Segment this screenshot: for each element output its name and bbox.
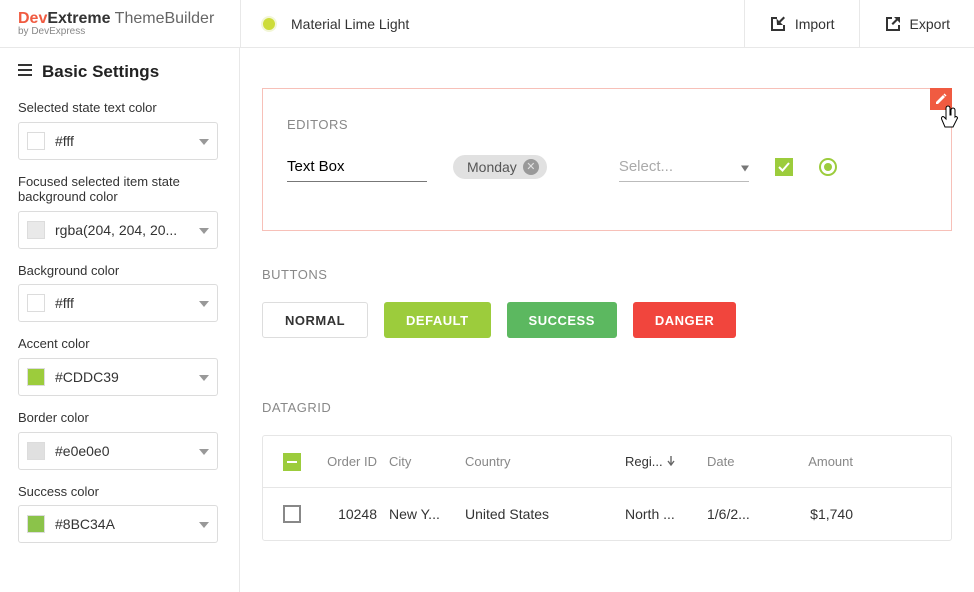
cell-region: North ... [625,506,707,522]
cell-order: 10248 [321,506,389,522]
col-order[interactable]: Order ID [321,454,389,469]
color-value: #CDDC39 [55,369,119,385]
field-label: Border color [18,410,221,426]
textbox-input[interactable] [287,152,427,182]
color-value: #fff [55,133,74,149]
color-value: #e0e0e0 [55,443,110,459]
checkbox-checked[interactable] [775,158,793,176]
danger-button[interactable]: DANGER [633,302,736,338]
color-input[interactable]: #CDDC39 [18,358,218,396]
export-label: Export [910,16,950,32]
import-label: Import [795,16,835,32]
table-row[interactable]: 10248 New Y... United States North ... 1… [263,488,951,540]
col-city[interactable]: City [389,454,465,469]
chevron-down-icon [199,132,209,150]
settings-sidebar: Basic Settings Selected state text color… [0,48,240,592]
chevron-down-icon [199,368,209,386]
select-all-checkbox[interactable] [283,453,301,471]
pencil-icon [935,93,947,105]
color-input[interactable]: rgba(204, 204, 20... [18,211,218,249]
app-header: DevExtreme ThemeBuilder by DevExpress Ma… [0,0,974,48]
cell-date: 1/6/2... [707,506,779,522]
chip-label: Monday [467,159,517,175]
brand-prefix: Dev [18,10,47,27]
theme-selector[interactable]: Material Lime Light [240,0,744,47]
preview-area: EDITORS Monday ✕ Select... BUTTONS NORMA… [240,48,974,592]
radio-selected[interactable] [819,158,837,176]
datagrid-title: DATAGRID [262,400,952,415]
datagrid-header: Order ID City Country Regi... Date Amoun… [263,436,951,488]
import-button[interactable]: Import [744,0,859,47]
color-input[interactable]: #fff [18,122,218,160]
field-label: Selected state text color [18,100,221,116]
cell-country: United States [465,506,625,522]
chevron-down-icon [199,221,209,239]
color-input[interactable]: #e0e0e0 [18,432,218,470]
field-label: Success color [18,484,221,500]
color-swatch [27,221,45,239]
color-swatch [27,368,45,386]
sort-desc-icon [667,454,675,469]
chevron-down-icon [199,515,209,533]
tag-chip[interactable]: Monday ✕ [453,155,547,179]
editors-group: EDITORS Monday ✕ Select... [262,88,952,231]
export-icon [884,15,902,33]
field-label: Focused selected item state background c… [18,174,221,205]
color-value: #fff [55,295,74,311]
sidebar-title: Basic Settings [42,62,159,82]
color-swatch [27,294,45,312]
col-country[interactable]: Country [465,454,625,469]
theme-name: Material Lime Light [291,16,409,32]
chevron-down-icon [199,294,209,312]
radio-dot [824,163,832,171]
chevron-down-icon [199,442,209,460]
datagrid: Order ID City Country Regi... Date Amoun… [262,435,952,541]
color-value: #8BC34A [55,516,115,532]
chip-remove-icon[interactable]: ✕ [523,159,539,175]
editors-title: EDITORS [287,117,927,132]
col-date[interactable]: Date [707,454,779,469]
color-input[interactable]: #8BC34A [18,505,218,543]
export-button[interactable]: Export [859,0,974,47]
check-icon [778,162,790,172]
select-input[interactable]: Select... [619,152,749,182]
brand-suffix: Extreme [47,10,110,27]
buttons-row: NORMAL DEFAULT SUCCESS DANGER [262,302,952,338]
col-amount[interactable]: Amount [779,454,869,469]
row-checkbox[interactable] [283,505,301,523]
menu-icon[interactable] [18,63,32,81]
cursor-hand-icon [939,105,959,134]
import-icon [769,15,787,33]
chevron-down-icon [741,158,749,175]
normal-button[interactable]: NORMAL [262,302,368,338]
cell-city: New Y... [389,506,465,522]
color-swatch [27,132,45,150]
success-button[interactable]: SUCCESS [507,302,617,338]
color-swatch [27,515,45,533]
theme-color-dot [261,16,277,32]
brand-product: ThemeBuilder [111,10,215,27]
cell-amount: $1,740 [779,506,869,522]
color-swatch [27,442,45,460]
select-placeholder: Select... [619,158,673,175]
field-label: Background color [18,263,221,279]
buttons-title: BUTTONS [262,267,952,282]
color-value: rgba(204, 204, 20... [55,222,177,238]
default-button[interactable]: DEFAULT [384,302,490,338]
brand-block: DevExtreme ThemeBuilder by DevExpress [0,4,240,43]
col-region[interactable]: Regi... [625,454,707,469]
color-input[interactable]: #fff [18,284,218,322]
field-label: Accent color [18,336,221,352]
col-region-label: Regi... [625,454,663,469]
